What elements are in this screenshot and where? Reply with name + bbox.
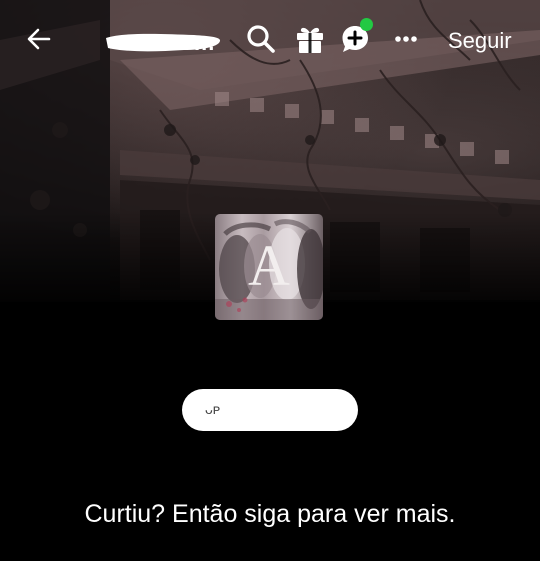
follow-button[interactable]: Seguir — [440, 26, 520, 56]
search-icon — [247, 25, 275, 53]
more-options-button[interactable] — [390, 22, 424, 56]
username-fragment: ᴗᴘ — [205, 401, 221, 417]
top-bar: ... Seguir — [0, 0, 540, 80]
more-horizontal-icon — [395, 36, 417, 42]
gift-icon — [297, 27, 323, 53]
gift-button[interactable] — [293, 22, 327, 56]
back-button[interactable] — [22, 22, 56, 56]
profile-screen: ... Seguir A ᴗᴘ Curtiu? Então siga para … — [0, 0, 540, 561]
online-status-dot — [360, 18, 373, 31]
search-button[interactable] — [244, 22, 278, 56]
community-title[interactable]: ... — [194, 30, 215, 56]
follow-prompt-text: Curtiu? Então siga para ver mais. — [84, 500, 456, 528]
username-pill[interactable]: ᴗᴘ — [182, 389, 358, 431]
avatar-letter: A — [248, 233, 290, 298]
profile-avatar[interactable]: A — [215, 214, 323, 320]
arrow-left-icon — [27, 28, 51, 50]
